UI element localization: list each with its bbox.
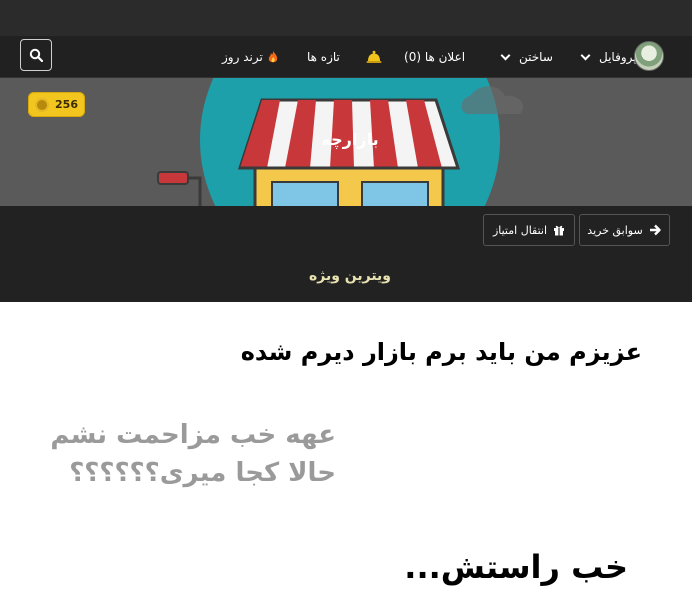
transfer-points-label: انتقال امتیاز: [492, 223, 548, 237]
avatar[interactable]: [634, 41, 664, 71]
nav-build[interactable]: ساختن: [498, 36, 553, 78]
profile-label: پروفایل: [599, 50, 637, 64]
caption-line-2: عهه خب مزاحمت نشم: [50, 420, 336, 450]
coin-balance-badge[interactable]: 256: [28, 92, 85, 117]
nav-profile[interactable]: پروفایل: [578, 36, 637, 78]
purchase-history-label: سوابق خرید: [587, 223, 643, 237]
trending-label: ترند روز: [222, 50, 263, 64]
top-navbar: ترند روز تازه ها اعلان ها (0) ساختن پروف…: [0, 36, 692, 78]
bell-icon: [366, 50, 382, 63]
chevron-down-icon: [500, 50, 511, 60]
market-banner: بازارچه 256: [0, 78, 692, 206]
purchase-history-button[interactable]: سوابق خرید: [579, 214, 670, 246]
arrow-right-icon: [649, 224, 661, 236]
build-label: ساختن: [519, 50, 553, 64]
caption-line-4: خب راستش...: [404, 548, 628, 586]
coin-icon: [35, 97, 50, 112]
search-button[interactable]: [20, 39, 52, 71]
section-title: ویترین ویژه: [308, 268, 392, 284]
transfer-points-button[interactable]: انتقال امتیاز: [483, 214, 575, 246]
nav-trending[interactable]: ترند روز: [222, 36, 279, 78]
bell-button[interactable]: [366, 36, 382, 78]
chevron-down-icon: [580, 50, 591, 60]
nav-notifications[interactable]: اعلان ها (0): [404, 36, 465, 78]
search-icon: [29, 48, 43, 62]
banner-title: بازارچه: [321, 130, 379, 149]
nav-new[interactable]: تازه ها: [307, 36, 340, 78]
new-label: تازه ها: [307, 50, 340, 64]
caption-line-1: عزیزم من باید برم بازار دیرم شده: [240, 338, 642, 366]
caption-line-3: حالا کجا میری؟؟؟؟؟؟: [69, 458, 336, 488]
fire-icon: [268, 51, 278, 63]
notifications-label: اعلان ها (0): [404, 50, 466, 64]
gift-icon: [554, 225, 565, 236]
market-panel: انتقال امتیاز سوابق خرید ویترین ویژه: [0, 206, 692, 302]
coin-count: 256: [55, 98, 78, 111]
status-bar: [0, 0, 692, 36]
